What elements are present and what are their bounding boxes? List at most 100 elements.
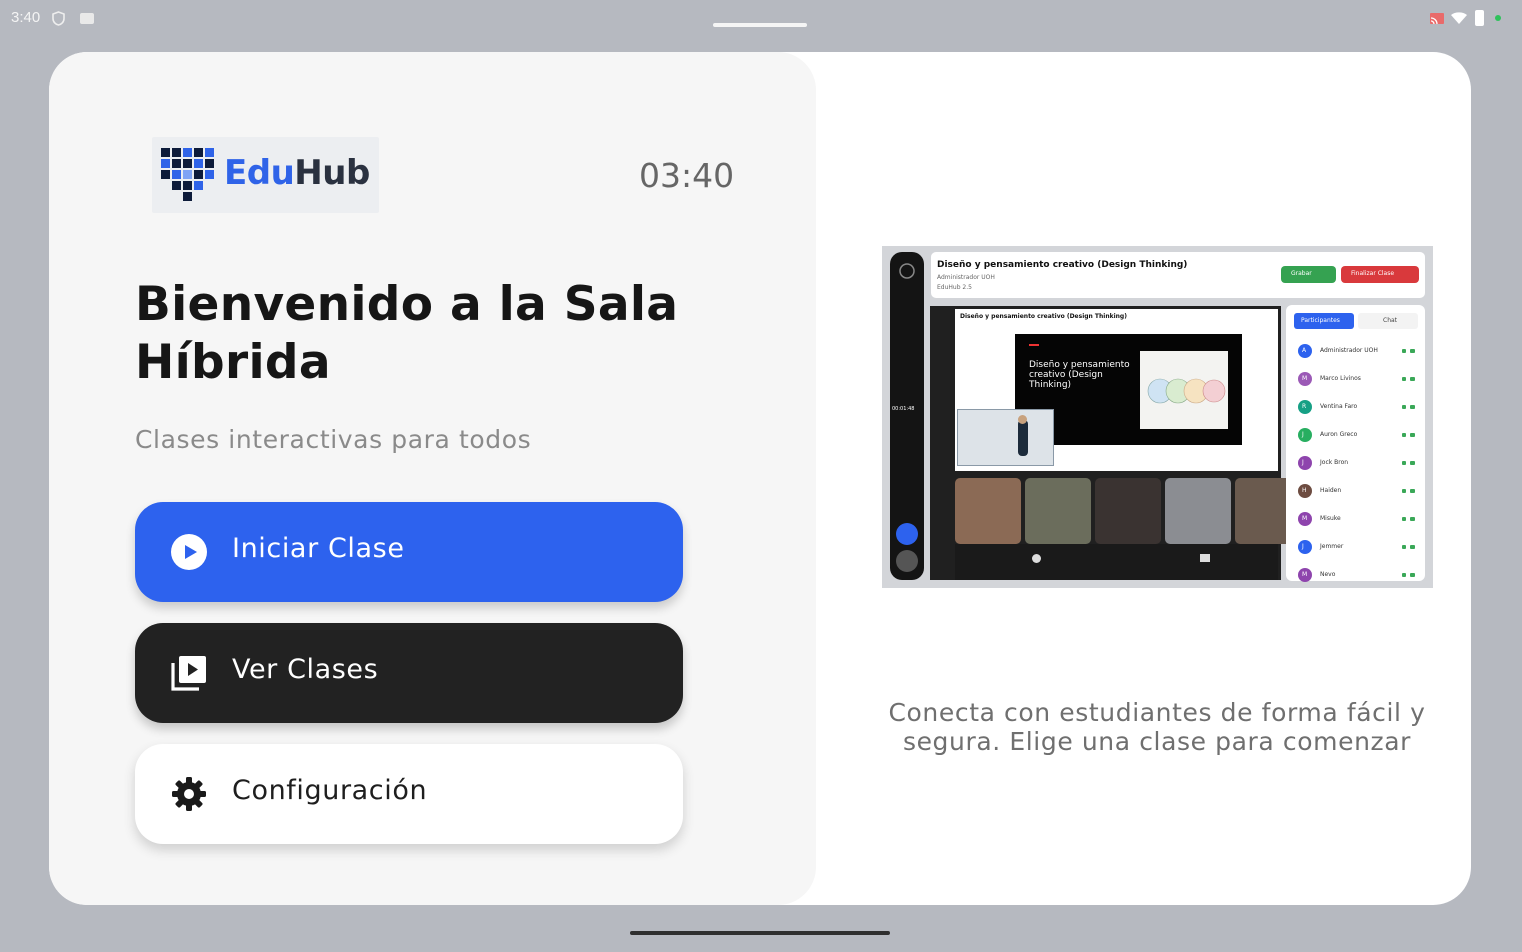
preview-participant-initial: J bbox=[1302, 431, 1304, 438]
preview-tile bbox=[955, 478, 1021, 544]
preview-mic-status-icon bbox=[1402, 489, 1406, 493]
logo-edu: Edu bbox=[224, 153, 295, 193]
preview-tile bbox=[1095, 478, 1161, 544]
preview-participant-row: J Jock Bron bbox=[1294, 453, 1419, 473]
preview-participant-name: Ventina Faro bbox=[1320, 403, 1358, 410]
preview-tab-chat-label: Chat bbox=[1383, 317, 1398, 324]
left-panel: EduHub 03:40 Bienvenido a la Sala Híbrid… bbox=[49, 52, 816, 905]
preview-class-org: EduHub 2.5 bbox=[937, 284, 972, 291]
play-circle-icon bbox=[171, 534, 207, 570]
window-handle[interactable] bbox=[713, 23, 807, 27]
preview-side-rail: 00:01:48 bbox=[890, 252, 924, 580]
preview-participant-initial: J bbox=[1302, 459, 1304, 466]
preview-record-button: Grabar bbox=[1281, 266, 1336, 283]
preview-participant-row: J Auron Greco bbox=[1294, 425, 1419, 445]
preview-teacher-camera bbox=[957, 409, 1054, 466]
preview-participant-initial: H bbox=[1302, 487, 1307, 494]
preview-mic-status-icon bbox=[1402, 461, 1406, 465]
preview-record-label: Grabar bbox=[1291, 270, 1312, 277]
preview-header: Diseño y pensamiento creativo (Design Th… bbox=[931, 252, 1425, 298]
preview-cam-status-icon bbox=[1410, 433, 1415, 437]
preview-participant-initial: M bbox=[1302, 375, 1308, 382]
preview-cam-status-icon bbox=[1410, 545, 1415, 549]
preview-venn-diagram bbox=[1140, 351, 1228, 429]
preview-participant-row: A Administrador UOH bbox=[1294, 341, 1419, 361]
navigation-bar[interactable] bbox=[630, 931, 890, 935]
preview-participant-avatar: H bbox=[1298, 484, 1312, 498]
preview-cam-status-icon bbox=[1410, 349, 1415, 353]
preview-participant-name: Auron Greco bbox=[1320, 431, 1358, 438]
status-dot bbox=[1495, 15, 1501, 21]
sim-card-icon bbox=[80, 13, 94, 24]
preview-tab-participants-label: Participantes bbox=[1301, 317, 1340, 324]
preview-tile bbox=[1165, 478, 1231, 544]
preview-mic-status-icon bbox=[1402, 545, 1406, 549]
preview-end-button: Finalizar Clase bbox=[1341, 266, 1419, 283]
eduhub-logo: EduHub bbox=[152, 137, 379, 213]
preview-participant-name: Marco Livinos bbox=[1320, 375, 1361, 382]
preview-record-icon bbox=[899, 263, 915, 279]
preview-participant-initial: J bbox=[1302, 543, 1304, 550]
start-class-button[interactable]: Iniciar Clase bbox=[135, 502, 683, 602]
preview-mic-status-icon bbox=[1402, 573, 1406, 577]
preview-tile bbox=[1025, 478, 1091, 544]
preview-slide-header: Diseño y pensamiento creativo (Design Th… bbox=[960, 313, 1127, 320]
preview-participant-row: M Misuke bbox=[1294, 509, 1419, 529]
preview-mic-status-icon bbox=[1402, 517, 1406, 521]
video-library-icon bbox=[171, 656, 206, 691]
preview-cam-status-icon bbox=[1410, 461, 1415, 465]
preview-participant-avatar: M bbox=[1298, 568, 1312, 582]
preview-end-label: Finalizar Clase bbox=[1351, 270, 1395, 277]
status-bar: 3:40 bbox=[0, 0, 1522, 38]
view-classes-label: Ver Clases bbox=[232, 654, 379, 685]
preview-slide-area: Diseño y pensamiento creativo (Design Th… bbox=[955, 309, 1278, 471]
preview-participant-name: Haiden bbox=[1320, 487, 1342, 494]
gear-icon bbox=[172, 777, 206, 811]
preview-participant-row: J Jemmer bbox=[1294, 537, 1419, 557]
preview-participant-initial: M bbox=[1302, 515, 1308, 522]
preview-controls bbox=[955, 544, 1278, 580]
preview-participant-avatar: R bbox=[1298, 400, 1312, 414]
view-classes-button[interactable]: Ver Clases bbox=[135, 623, 683, 723]
preview-cam-status-icon bbox=[1410, 377, 1415, 381]
welcome-subtitle: Clases interactivas para todos bbox=[135, 425, 532, 454]
preview-participant-avatar: M bbox=[1298, 372, 1312, 386]
preview-participant-row: R Ventina Faro bbox=[1294, 397, 1419, 417]
preview-participant-name: Jock Bron bbox=[1320, 459, 1349, 466]
settings-button[interactable]: Configuración bbox=[135, 744, 683, 844]
preview-participants-panel: Participantes Chat A Administrador UOH M Ma… bbox=[1286, 305, 1425, 582]
preview-cam-status-icon bbox=[1410, 573, 1415, 577]
battery-icon bbox=[1475, 10, 1484, 26]
main-card: EduHub 03:40 Bienvenido a la Sala Híbrid… bbox=[49, 52, 1471, 905]
preview-stop-icon bbox=[896, 550, 918, 572]
shield-icon bbox=[52, 11, 65, 26]
start-class-label: Iniciar Clase bbox=[232, 533, 405, 564]
preview-participant-avatar: M bbox=[1298, 512, 1312, 526]
preview-cam-status-icon bbox=[1410, 405, 1415, 409]
settings-label: Configuración bbox=[232, 775, 428, 806]
logo-wordmark: EduHub bbox=[224, 153, 370, 193]
pixel-logo-icon bbox=[161, 148, 214, 201]
preview-mic-status-icon bbox=[1402, 405, 1406, 409]
welcome-title: Bienvenido a la Sala Híbrida bbox=[135, 277, 679, 390]
preview-participant-tiles bbox=[955, 478, 1301, 544]
preview-participant-name: Administrador UOH bbox=[1320, 347, 1378, 354]
preview-slide-title: Diseño y pensamiento creativo (Design Th… bbox=[1029, 360, 1130, 390]
preview-participant-initial: A bbox=[1302, 347, 1307, 354]
preview-mic-icon bbox=[1032, 554, 1041, 563]
preview-tab-chat: Chat bbox=[1358, 313, 1418, 329]
venn-circles-icon bbox=[1147, 378, 1226, 404]
preview-class-admin: Administrador UOH bbox=[937, 274, 995, 281]
clock: 03:40 bbox=[639, 156, 735, 195]
preview-participant-row: M Marco Livinos bbox=[1294, 369, 1419, 389]
preview-exit-icon bbox=[896, 523, 918, 545]
wifi-icon bbox=[1451, 12, 1467, 24]
preview-mic-status-icon bbox=[1402, 377, 1406, 381]
preview-mic-status-icon bbox=[1402, 433, 1406, 437]
preview-participant-initial: M bbox=[1302, 571, 1308, 578]
preview-timer: 00:01:48 bbox=[892, 406, 915, 412]
preview-class-title: Diseño y pensamiento creativo (Design Th… bbox=[937, 260, 1188, 270]
preview-cam-status-icon bbox=[1410, 489, 1415, 493]
preview-slide-accent bbox=[1029, 344, 1039, 346]
preview-camera-icon bbox=[1200, 554, 1210, 562]
